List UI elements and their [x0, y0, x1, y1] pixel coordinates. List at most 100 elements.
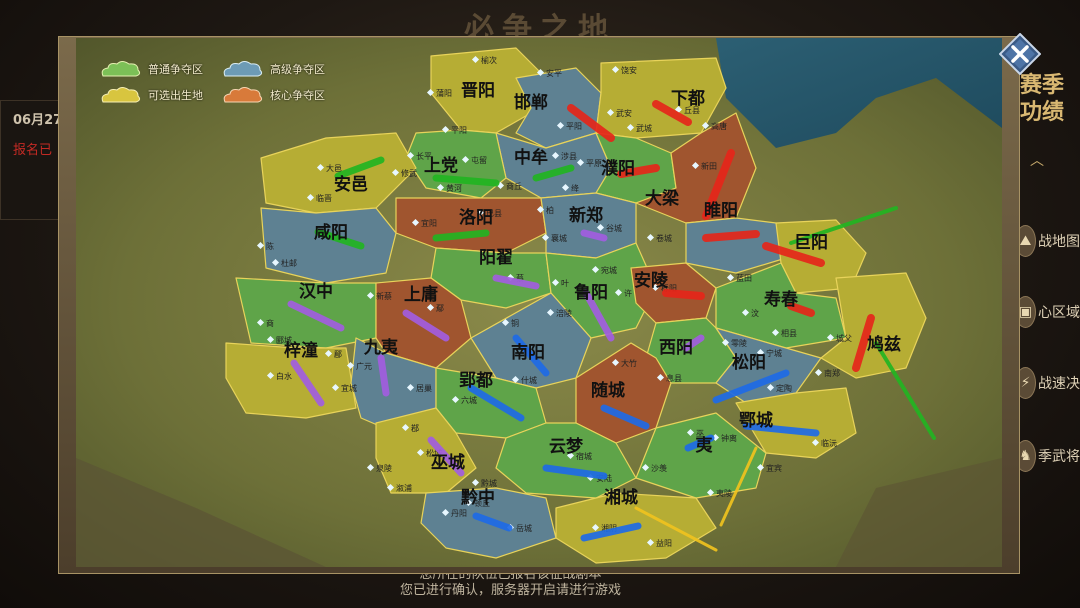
city-label: 岳城: [516, 523, 532, 533]
city-label: 饶安: [621, 65, 637, 75]
city-label: 沙羡: [651, 463, 667, 473]
city-label: 钟离: [721, 433, 737, 443]
city-label: 丹阳: [451, 509, 467, 518]
city-label: 高唐: [711, 121, 727, 131]
chevron-up-icon[interactable]: ︿: [1030, 150, 1044, 170]
region-label: 鄂城: [739, 411, 773, 431]
city-label: 鄀: [411, 423, 419, 433]
annotation-stroke: [432, 229, 490, 242]
cloud-swatch-core: [223, 87, 263, 103]
region-label: 夷: [696, 435, 714, 456]
city-label: 黄河: [446, 183, 462, 193]
region-label: 鸠兹: [867, 334, 901, 355]
region-label: 濮阳: [601, 158, 635, 179]
city-label: 居巢: [416, 383, 432, 393]
city-label: 宁城: [766, 348, 782, 358]
city-label: 屯留: [471, 155, 487, 165]
region-label: 睢阳: [704, 200, 738, 221]
menu-season-generals[interactable]: ♞ 季武将: [1015, 440, 1080, 472]
campaign-map[interactable]: 榆次 安平 饶安 武安 平阳 武城 蒲阳 平阳 丘县 高唐 长平 屯留 涉县 平原 新田 大邑 修武 黄河 商丘绛临…: [76, 38, 1002, 567]
city-label: 鄢: [436, 304, 444, 313]
menu-battle-map[interactable]: ⛰ 战地图: [1015, 225, 1080, 257]
region-label: 黔中: [461, 487, 495, 508]
event-card[interactable]: 06月27 报名已: [0, 100, 66, 220]
city-label: 宜宾: [766, 463, 782, 473]
city-label: 白水: [276, 371, 292, 381]
city-label: 襄城: [551, 233, 567, 243]
city-label: 郿: [334, 350, 342, 359]
legend-advanced: 高级争夺区: [222, 60, 325, 78]
region-label: 洛阳: [459, 207, 493, 228]
city-label: 商丘: [506, 181, 522, 191]
menu-core-area[interactable]: ▣ 心区域: [1015, 296, 1080, 328]
city-label: 杜邮: [281, 258, 297, 268]
region-12[interactable]: [260, 207, 397, 284]
region-label: 咸阳: [314, 222, 348, 243]
legend-normal: 普通争夺区: [100, 60, 203, 78]
city-label: 榆次: [481, 55, 497, 65]
city-label: 大邑: [326, 163, 342, 173]
city-label: 黔城: [481, 478, 497, 488]
city-label: 零陵: [731, 339, 747, 348]
city-label: 武城: [636, 123, 652, 133]
region-label: 安陵: [634, 270, 669, 291]
city-label: 定陶: [776, 383, 792, 393]
city-label: 临沅: [821, 438, 837, 448]
region-label: 梓潼: [284, 340, 318, 361]
city-label: 泉陵: [376, 463, 392, 473]
city-label: 陈: [266, 241, 274, 251]
city-label: 汶: [751, 308, 759, 318]
city-label: 谷城: [606, 224, 622, 233]
annotation-stroke: [377, 354, 390, 397]
region-label: 上庸: [404, 284, 438, 305]
region-label: 汉中: [299, 281, 333, 302]
region-label: 松阳: [732, 352, 766, 373]
cloud-swatch-advanced: [223, 61, 263, 77]
region-label: 上党: [424, 155, 458, 176]
region-label: 随城: [591, 380, 625, 401]
annotation-stroke: [662, 289, 705, 300]
event-status: 报名已: [13, 143, 53, 158]
city-label: 绛: [571, 183, 579, 193]
city-label: 什城: [521, 375, 537, 385]
season-title[interactable]: 赛季 功绩: [1020, 72, 1080, 126]
city-label: 溆浦: [396, 483, 412, 493]
annotation-stroke: [432, 174, 500, 187]
city-label: 柏: [546, 205, 554, 215]
region-label: 西阳: [659, 338, 693, 358]
city-label: 平阳: [451, 126, 467, 135]
region-label: 大梁: [645, 188, 680, 209]
city-label: 夷陵: [716, 488, 732, 498]
region-label: 南阳: [511, 342, 545, 363]
close-button[interactable]: [998, 32, 1042, 76]
region-label: 鲁阳: [574, 282, 608, 303]
city-label: 六城: [461, 395, 477, 405]
city-label: 平阳: [566, 122, 582, 131]
menu-quick-battle[interactable]: ⚡ 战速决: [1015, 367, 1080, 399]
region-label: 晋阳: [461, 81, 495, 101]
city-label: 广元: [356, 361, 372, 371]
city-label: 武安: [616, 108, 632, 118]
region-label: 湘城: [604, 487, 638, 508]
region-label: 寿春: [764, 289, 798, 310]
city-label: 新蔡: [376, 291, 392, 301]
city-label: 蓝田: [736, 273, 752, 283]
cloud-swatch-spawn: [101, 87, 141, 103]
city-label: 大竹: [621, 358, 637, 368]
region-label: 巫城: [431, 453, 465, 473]
region-label: 阳翟: [479, 248, 513, 268]
city-label: 许: [624, 288, 632, 298]
city-label: 相县: [781, 328, 797, 338]
city-label: 宛城: [601, 265, 617, 275]
annotation-stroke: [702, 230, 760, 242]
city-label: 宜城: [341, 383, 357, 393]
region-label: 邯郸: [514, 92, 548, 113]
event-date: 06月27: [13, 113, 63, 128]
city-label: 息县: [666, 373, 682, 383]
legend-spawn: 可选出生地: [100, 86, 203, 104]
close-icon: [998, 32, 1042, 76]
city-label: 城父: [836, 334, 852, 343]
city-label: 铜: [511, 318, 519, 328]
region-label: 新郑: [569, 205, 603, 226]
region-label: 下都: [671, 88, 705, 109]
